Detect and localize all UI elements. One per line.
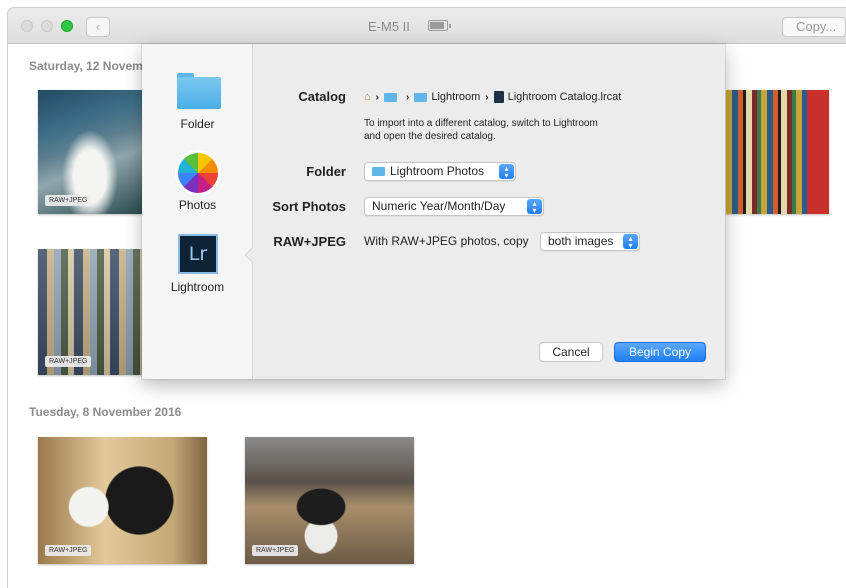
photo-thumbnail[interactable] (726, 90, 829, 214)
minimize-window-button[interactable] (41, 20, 53, 32)
folder-label: Folder (306, 164, 346, 179)
updown-chevron-icon: ▴ ▾ (623, 234, 638, 250)
sort-photos-select[interactable]: Numeric Year/Month/Day ▴ ▾ (364, 197, 544, 216)
photo-thumbnail[interactable]: RAW+JPEG (38, 90, 142, 214)
folder-icon (177, 73, 221, 109)
titlebar: ‹ E-M5 II Copy... (8, 8, 846, 44)
sort-select-value: Numeric Year/Month/Day (372, 199, 506, 213)
path-folder-name: Lightroom (431, 91, 481, 103)
home-icon: ⌂ (364, 91, 371, 103)
photos-app-icon (178, 153, 218, 193)
copy-button[interactable]: Copy... (782, 17, 846, 37)
begin-copy-button[interactable]: Begin Copy (614, 342, 706, 362)
chevron-right-icon: › (375, 91, 379, 103)
back-button[interactable]: ‹ (86, 17, 110, 37)
folder-icon (414, 92, 428, 102)
catalog-note: To import into a different catalog, swit… (364, 118, 598, 142)
raw-jpeg-text: With RAW+JPEG photos, copy (364, 234, 529, 248)
photo-thumbnail[interactable]: RAW+JPEG (38, 249, 142, 375)
updown-chevron-icon: ▴ ▾ (527, 199, 542, 215)
folder-select-value: Lightroom Photos (390, 164, 485, 178)
sort-photos-label: Sort Photos (272, 199, 346, 214)
photo-thumbnail[interactable]: RAW+JPEG (245, 437, 414, 564)
raw-jpeg-badge: RAW+JPEG (45, 545, 92, 556)
raw-jpeg-select[interactable]: both images ▴ ▾ (540, 232, 640, 251)
chevron-left-icon: ‹ (95, 19, 101, 34)
sidebar-item-label: Folder (180, 117, 215, 131)
window-title: E-M5 II (368, 19, 410, 34)
updown-chevron-icon: ▴ ▾ (499, 164, 514, 180)
raw-jpeg-badge: RAW+JPEG (45, 356, 92, 367)
copy-sheet-dialog: Folder Photos Lr Lightroom Catalog ⌂ › ›… (142, 44, 725, 379)
cancel-button[interactable]: Cancel (539, 342, 603, 362)
sidebar-item-label: Lightroom (170, 280, 225, 294)
catalog-label: Catalog (298, 89, 346, 104)
app-window: ‹ E-M5 II Copy... Saturday, 12 November … (8, 8, 846, 588)
battery-icon (428, 20, 451, 31)
folder-select[interactable]: Lightroom Photos ▴ ▾ (364, 162, 516, 181)
maximize-window-button[interactable] (61, 20, 73, 32)
chevron-right-icon: › (485, 91, 489, 103)
photo-thumbnail[interactable]: RAW+JPEG (38, 437, 207, 564)
raw-jpeg-label: RAW+JPEG (273, 234, 346, 249)
folder-icon (384, 92, 397, 102)
path-file-name: Lightroom Catalog.lrcat (507, 91, 622, 103)
catalog-path: ⌂ › › Lightroom › Lightroom Catalog.lrca… (364, 91, 621, 103)
lightroom-icon: Lr (178, 234, 218, 274)
chevron-right-icon: › (406, 91, 410, 103)
folder-icon (372, 167, 385, 177)
raw-jpeg-badge: RAW+JPEG (252, 545, 299, 556)
section-date: Tuesday, 8 November 2016 (29, 405, 182, 419)
close-window-button[interactable] (21, 20, 33, 32)
raw-select-value: both images (548, 234, 614, 248)
lightroom-catalog-icon (493, 91, 504, 103)
raw-jpeg-badge: RAW+JPEG (45, 195, 92, 206)
